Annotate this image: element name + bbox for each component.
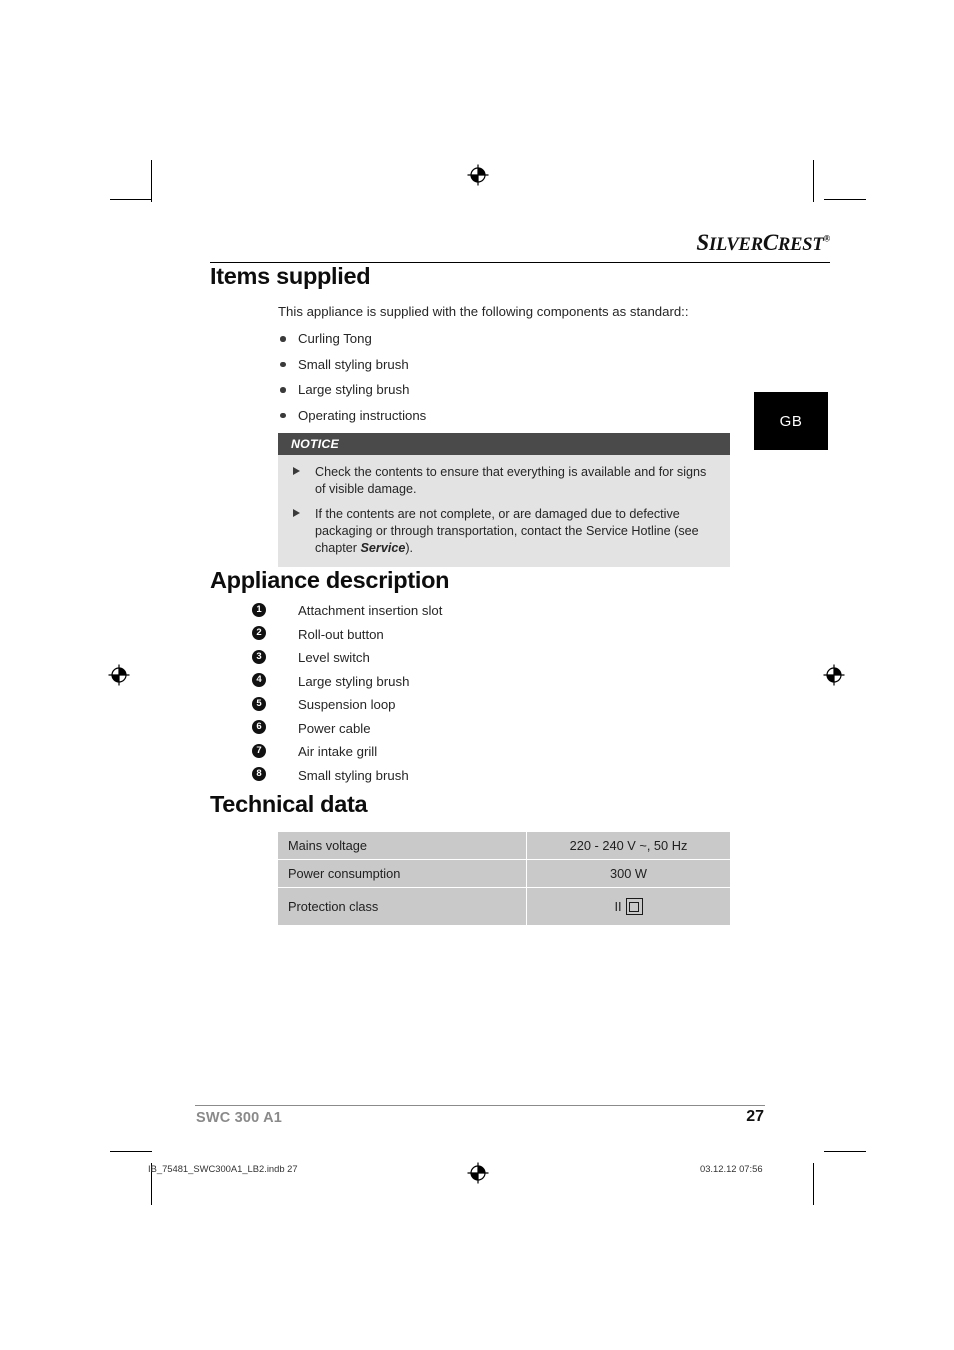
list-item-label: Operating instructions [298,407,427,423]
double-insulation-class-ii-icon [625,898,643,916]
table-cell-label: Protection class [278,888,526,926]
footer-page-number: 27 [746,1108,764,1125]
crop-mark-top-left-horizontal [110,199,152,200]
heading-technical-data: Technical data [210,791,368,818]
technical-data-table: Mains voltage 220 - 240 V ~, 50 Hz Power… [278,832,730,926]
table-cell-value: 220 - 240 V ~, 50 Hz [526,832,730,861]
content-column: SILVERCREST® Items supplied This applian… [210,222,830,926]
part-number-badge: 6 [252,720,266,735]
crop-mark-bottom-right-vertical [813,1163,814,1205]
list-item-label: Large styling brush [298,382,410,397]
heading-items-supplied: Items supplied [210,263,371,289]
crop-mark-top-left-vertical [151,160,152,202]
list-item: 2 Roll-out button [210,626,830,642]
table-row: Power consumption 300 W [278,860,730,889]
list-item-label: Attachment insertion slot [298,603,443,619]
bullet-icon [280,412,286,418]
manual-page: GB SILVERCREST® Items supplied This appl… [0,0,954,1350]
list-item-label: Level switch [298,650,370,666]
part-number-badge: 5 [252,696,266,711]
protection-class-roman-numeral: II [614,899,622,915]
list-item: 1 Attachment insertion slot [210,602,830,619]
protection-class-group: II [614,898,643,916]
appliance-parts-list: 1 Attachment insertion slot 2 Roll-out b… [210,602,830,783]
notice-body: Check the contents to ensure that everyt… [278,455,730,568]
brand-header: SILVERCREST® [210,222,830,263]
table-row: Mains voltage 220 - 240 V ~, 50 Hz [278,832,730,861]
part-number-badge: 2 [252,626,266,641]
crop-mark-top-right-horizontal [824,199,866,200]
list-item-label: Small styling brush [298,356,409,372]
part-number-badge: 1 [252,602,266,617]
table-row: Protection class II [278,888,730,926]
bullet-icon [280,361,286,367]
part-number-badge: 7 [252,743,266,758]
part-number-badge: 4 [252,673,266,688]
slug-source-file: IB_75481_SWC300A1_LB2.indb 27 [148,1163,298,1174]
notice-item: Check the contents to ensure that everyt… [291,464,716,498]
part-number-badge: 3 [252,649,266,664]
list-item-label: Power cable [298,720,371,736]
crop-mark-top-right-vertical [813,160,814,202]
list-item-label: Small styling brush [298,767,409,783]
footer-divider [195,1105,765,1107]
items-supplied-intro: This appliance is supplied with the foll… [278,304,689,319]
logo-c: C [762,230,778,255]
list-item: Curling Tong [210,331,830,346]
list-item: Small styling brush [210,357,830,372]
list-item: Large styling brush [210,382,830,397]
triangle-right-icon [293,508,300,517]
table-cell-label: Mains voltage [278,832,526,861]
notice-item-text-tail: ). [405,540,414,555]
silvercrest-logo: SILVERCREST® [696,230,830,256]
crop-mark-bottom-right-horizontal [824,1151,866,1152]
items-supplied-list: Curling Tong Small styling brush Large s… [210,331,830,423]
list-item-label: Curling Tong [298,331,372,346]
bullet-icon [280,387,286,393]
logo-s: S [696,230,709,255]
registration-mark-left [107,663,131,687]
registered-trademark-icon: ® [823,233,830,244]
notice-item: If the contents are not complete, or are… [291,506,716,557]
list-item: 6 Power cable [210,720,830,736]
notice-item-text: Check the contents to ensure that everyt… [315,465,707,496]
registration-mark-bottom [466,1161,490,1185]
list-item: Operating instructions [210,408,830,423]
heading-appliance-description: Appliance description [210,567,450,594]
notice-item-emphasis: Service [360,540,406,555]
logo-ilver: ILVER [709,235,763,255]
part-number-badge: 8 [252,767,266,782]
list-item-label: Suspension loop [298,697,396,713]
logo-rest: REST [778,235,824,255]
list-item: 8 Small styling brush [210,767,830,783]
triangle-right-icon [293,467,300,475]
table-cell-value-protection-class: II [526,888,730,926]
list-item: 7 Air intake grill [210,743,830,760]
list-item-label: Roll-out button [298,626,384,642]
footer-model-name: SWC 300 A1 [196,1110,283,1126]
crop-mark-bottom-left-horizontal [110,1151,152,1152]
notice-box: NOTICE Check the contents to ensure that… [278,433,730,568]
bullet-icon [280,336,286,342]
table-cell-value: 300 W [526,860,730,889]
list-item: 5 Suspension loop [210,696,830,713]
notice-title: NOTICE [278,433,730,455]
slug-date-time: 03.12.12 07:56 [700,1163,763,1174]
list-item-label: Large styling brush [298,673,410,689]
table-cell-label: Power consumption [278,860,526,889]
list-item-label: Air intake grill [298,744,378,760]
registration-mark-top [466,163,490,187]
list-item: 3 Level switch [210,649,830,666]
list-item: 4 Large styling brush [210,673,830,689]
